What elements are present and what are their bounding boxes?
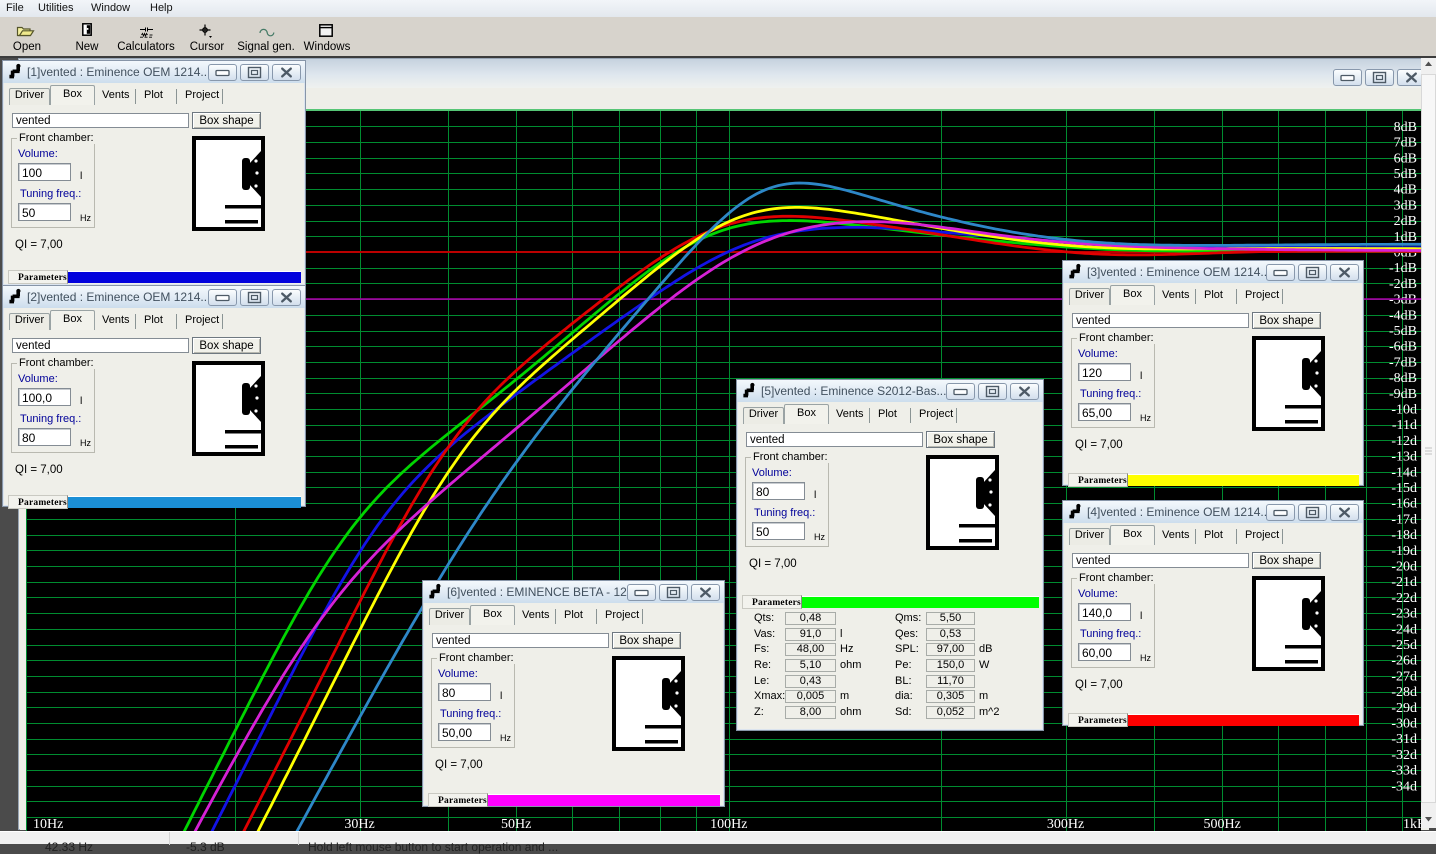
svg-text:-4dB: -4dB [1389,308,1417,323]
svg-text:-11d: -11d [1392,418,1417,433]
svg-text:-1dB: -1dB [1389,261,1417,276]
svg-text:-22d: -22d [1391,591,1417,606]
svg-text:-32d: -32d [1391,748,1417,763]
svg-text:100Hz: 100Hz [710,817,747,831]
svg-text:-29d: -29d [1391,701,1417,716]
svg-text:-8dB: -8dB [1389,371,1417,386]
svg-text:-13d: -13d [1391,450,1417,465]
svg-text:300Hz: 300Hz [1047,817,1084,831]
svg-text:-19d: -19d [1391,544,1417,559]
svg-text:50Hz: 50Hz [501,817,531,831]
svg-text:-25d: -25d [1391,638,1417,653]
svg-text:-15d: -15d [1391,481,1417,496]
svg-text:-16d: -16d [1391,497,1417,512]
svg-text:1dB: 1dB [1394,230,1417,245]
svg-text:-20d: -20d [1391,560,1417,575]
svg-text:8dB: 8dB [1394,120,1417,135]
svg-text:-2dB: -2dB [1389,277,1417,292]
svg-text:-30d: -30d [1391,717,1417,732]
svg-text:-33d: -33d [1391,764,1417,779]
svg-text:-34d: -34d [1391,779,1417,794]
svg-text:-7dB: -7dB [1389,355,1417,370]
svg-text:-12d: -12d [1391,434,1417,449]
svg-text:4dB: 4dB [1394,183,1417,198]
svg-text:5dB: 5dB [1394,167,1417,182]
svg-text:7dB: 7dB [1394,136,1417,151]
svg-text:2dB: 2dB [1394,214,1417,229]
svg-text:6dB: 6dB [1394,151,1417,166]
svg-text:-31d: -31d [1391,732,1417,747]
svg-text:10Hz: 10Hz [33,817,63,831]
svg-text:3dB: 3dB [1394,198,1417,213]
svg-text:-27d: -27d [1391,669,1417,684]
svg-text:-9dB: -9dB [1389,387,1417,402]
svg-text:-5dB: -5dB [1389,324,1417,339]
svg-text:-26d: -26d [1391,654,1417,669]
svg-text:-17d: -17d [1391,512,1417,527]
svg-text:-24d: -24d [1391,622,1417,637]
svg-text:-10d: -10d [1391,403,1417,418]
svg-text:-3dB: -3dB [1389,293,1417,308]
svg-text:-14d: -14d [1391,465,1417,480]
svg-text:30Hz: 30Hz [344,817,374,831]
svg-text:-18d: -18d [1391,528,1417,543]
svg-text:1kHz: 1kHz [1403,817,1421,831]
svg-text:500Hz: 500Hz [1204,817,1241,831]
svg-text:-28d: -28d [1391,685,1417,700]
svg-text:-23d: -23d [1391,607,1417,622]
svg-text:-21d: -21d [1391,575,1417,590]
svg-text:-6dB: -6dB [1389,340,1417,355]
